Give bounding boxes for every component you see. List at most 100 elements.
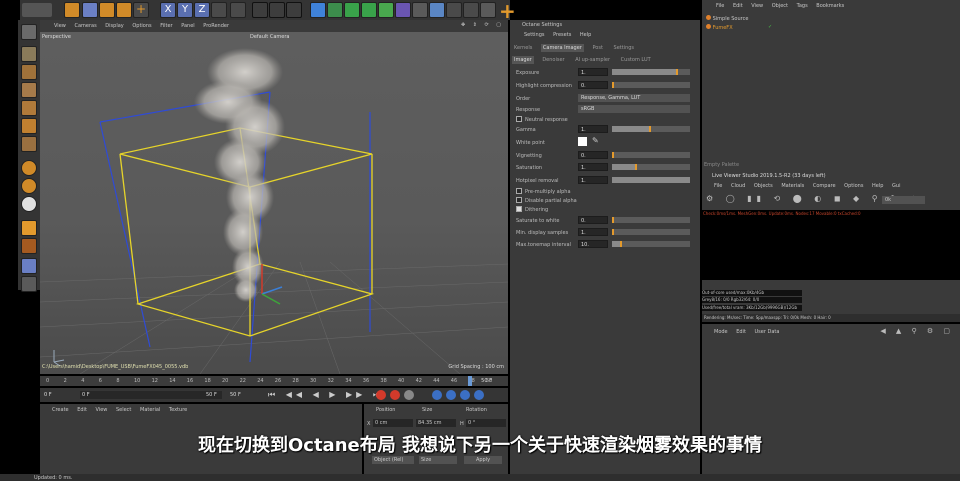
coord-apply-button[interactable]: Apply <box>464 456 502 464</box>
sat-white-slider[interactable] <box>612 217 690 223</box>
saturation-handle[interactable] <box>635 164 638 170</box>
timeline-playhead[interactable] <box>468 376 472 386</box>
edges-mode-icon[interactable] <box>21 100 37 116</box>
vignetting-slider[interactable] <box>612 152 690 158</box>
field-icon[interactable] <box>412 2 428 18</box>
highlight-handle[interactable] <box>612 82 614 88</box>
object-item-fumefx[interactable]: FumeFX ✓ <box>706 24 772 31</box>
lv-menu-help[interactable]: Help <box>872 183 883 189</box>
saturation-field[interactable]: 1. <box>578 163 608 171</box>
octane-tab-kernels[interactable]: Kernels <box>512 44 534 52</box>
viewport-menu-view[interactable]: View <box>54 23 66 29</box>
min-samples-slider[interactable] <box>612 229 690 235</box>
record-key-icon[interactable] <box>376 390 386 400</box>
render-region-icon[interactable] <box>230 2 246 18</box>
attr-menu-userdata[interactable]: User Data <box>755 329 780 335</box>
premultiply-checkbox[interactable] <box>516 188 522 194</box>
coordinate-system-icon[interactable] <box>211 2 227 18</box>
python-icon[interactable] <box>21 276 37 292</box>
coord-x-size-field[interactable]: 84.35 cm <box>416 419 456 427</box>
make-editable-icon[interactable] <box>21 24 37 40</box>
snap-icon-3[interactable] <box>21 196 37 212</box>
coord-h-field[interactable]: 0 ° <box>466 419 506 427</box>
viewport-nav-icons[interactable]: ✥ ⇕ ⟳ ▢ <box>461 22 504 28</box>
octane-menu-presets[interactable]: Presets <box>553 32 571 38</box>
octane-subtab-imager[interactable]: Imager <box>512 56 534 64</box>
fracture-icon[interactable] <box>378 2 394 18</box>
viewport-menu-options[interactable]: Options <box>132 23 151 29</box>
grid-icon[interactable] <box>21 258 37 274</box>
camera-icon[interactable] <box>446 2 462 18</box>
lv-menu-options[interactable]: Options <box>844 183 863 189</box>
object-menu-tags[interactable]: Tags <box>797 3 808 9</box>
coord-size-mode-select[interactable]: Size <box>419 456 457 464</box>
max-tonemap-slider[interactable] <box>612 241 690 247</box>
neutral-checkbox[interactable] <box>516 116 522 122</box>
key-scale-icon[interactable] <box>460 390 470 400</box>
live-select-icon[interactable] <box>64 2 80 18</box>
attr-nav-icons[interactable]: ◀ ▲ ⚲ ⚙ ▢ <box>880 327 954 335</box>
lv-menu-cloud[interactable]: Cloud <box>731 183 745 189</box>
rotate-icon[interactable] <box>116 2 132 18</box>
octane-icon[interactable] <box>480 2 496 18</box>
object-menu-file[interactable]: File <box>716 3 724 9</box>
spline-pen-icon[interactable] <box>327 2 343 18</box>
material-menu-material[interactable]: Material <box>140 407 160 413</box>
material-menu-view[interactable]: View <box>96 407 108 413</box>
hotpixel-field[interactable]: 1. <box>578 176 608 184</box>
min-samples-field[interactable]: 1. <box>578 228 608 236</box>
axis-y-icon[interactable]: Y <box>177 2 193 18</box>
polygons-mode-icon[interactable] <box>21 118 37 134</box>
exposure-slider[interactable] <box>612 69 690 75</box>
object-menu-view[interactable]: View <box>751 3 763 9</box>
light-icon[interactable] <box>463 2 479 18</box>
lv-menu-gui[interactable]: Gui <box>892 183 900 189</box>
cube-icon[interactable] <box>310 2 326 18</box>
sat-white-handle[interactable] <box>612 217 614 223</box>
coord-object-mode-select[interactable]: Object (Rel) <box>372 456 414 464</box>
highlight-field[interactable]: 0. <box>578 81 608 89</box>
object-menu-bookmarks[interactable]: Bookmarks <box>816 3 844 9</box>
saturation-slider[interactable] <box>612 164 690 170</box>
highlight-slider[interactable] <box>612 82 690 88</box>
key-rotation-icon[interactable] <box>446 390 456 400</box>
axis-x-icon[interactable]: X <box>160 2 176 18</box>
snap-icon-2[interactable] <box>21 178 37 194</box>
attr-menu-edit[interactable]: Edit <box>736 329 746 335</box>
octane-tab-camera-imager[interactable]: Camera Imager <box>540 44 584 52</box>
octane-subtab-denoiser[interactable]: Denoiser <box>540 56 566 64</box>
move-icon[interactable] <box>82 2 98 18</box>
vignetting-field[interactable]: 0. <box>578 151 608 159</box>
material-menu-edit[interactable]: Edit <box>77 407 87 413</box>
viewport[interactable]: Perspective Default Camera Grid Spacing … <box>40 32 508 374</box>
viewport-menu-display[interactable]: Display <box>105 23 123 29</box>
axis-z-icon[interactable]: Z <box>194 2 210 18</box>
viewport-menu-panel[interactable]: Panel <box>181 23 195 29</box>
material-menu-create[interactable]: Create <box>52 407 69 413</box>
cloner-icon[interactable] <box>361 2 377 18</box>
frame-current-field[interactable]: 0 F <box>80 391 222 399</box>
vignetting-handle[interactable] <box>612 152 614 158</box>
order-select[interactable]: Response, Gamma, LUT <box>578 94 690 102</box>
key-param-icon[interactable] <box>474 390 484 400</box>
undo-button[interactable] <box>22 3 52 17</box>
workplane-icon[interactable] <box>21 238 37 254</box>
viewport-menu-filter[interactable]: Filter <box>160 23 172 29</box>
floor-icon[interactable] <box>429 2 445 18</box>
render-settings-icon[interactable] <box>286 2 302 18</box>
exposure-handle[interactable] <box>675 69 678 75</box>
key-position-icon[interactable] <box>432 390 442 400</box>
white-point-swatch[interactable] <box>578 137 587 146</box>
max-tonemap-handle[interactable] <box>619 241 622 247</box>
attr-menu-mode[interactable]: Mode <box>714 329 728 335</box>
add-icon[interactable]: + <box>133 2 149 18</box>
autokey-icon[interactable] <box>390 390 400 400</box>
sat-white-field[interactable]: 0. <box>578 216 608 224</box>
points-mode-icon[interactable] <box>21 82 37 98</box>
soft-selection-icon[interactable] <box>21 220 37 236</box>
lv-menu-file[interactable]: File <box>714 183 722 189</box>
viewport-menu-prorender[interactable]: ProRender <box>203 23 229 29</box>
gamma-handle[interactable] <box>649 126 652 132</box>
lv-menu-compare[interactable]: Compare <box>813 183 836 189</box>
object-menu-edit[interactable]: Edit <box>733 3 743 9</box>
